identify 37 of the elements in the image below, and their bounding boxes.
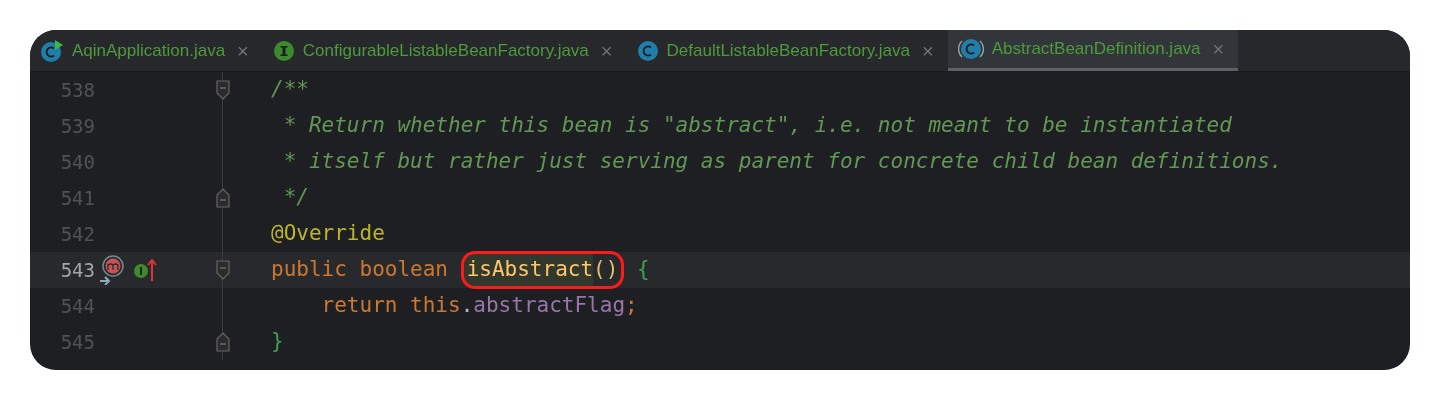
- code-token: public boolean: [271, 256, 449, 284]
- tab-label: AbstractBeanDefinition.java: [991, 38, 1201, 61]
- tab-label: AqinApplication.java: [72, 39, 226, 62]
- class-icon: [636, 39, 659, 62]
- fold-icon[interactable]: [216, 188, 230, 208]
- code-token: ;: [625, 292, 638, 320]
- file-tab[interactable]: DefaultListableBeanFactory.java ×: [626, 30, 948, 71]
- code-token: */: [282, 184, 309, 212]
- line-number: 543: [60, 257, 95, 283]
- implemented-up-icon[interactable]: [133, 258, 157, 282]
- code-token: @Override: [271, 220, 385, 248]
- interface-icon: [272, 39, 295, 62]
- abstract-class-icon: [957, 38, 984, 60]
- fold-icon[interactable]: [216, 260, 230, 280]
- tab-label: ConfigurableListableBeanFactory.java: [302, 39, 589, 62]
- method-name: isAbstract: [460, 251, 594, 289]
- fold-icon[interactable]: [216, 332, 230, 352]
- parentheses: (): [593, 251, 625, 289]
- fold-icon[interactable]: [216, 80, 230, 100]
- code-token: * itself but rather just serving as parent for concrete child bean definitions.: [282, 148, 1283, 176]
- code-token: }: [271, 328, 284, 356]
- code-token: .: [460, 292, 474, 320]
- class-run-icon: [40, 38, 64, 63]
- file-tab[interactable]: AqinApplication.java ×: [30, 30, 263, 71]
- code-token: /**: [271, 76, 309, 104]
- code-token: * Return whether this bean is "abstract", i.e. not meant to be instantiated: [282, 112, 1232, 140]
- code-token: abstractFlag: [473, 292, 626, 320]
- code-token: {: [636, 256, 650, 284]
- close-icon[interactable]: ×: [237, 35, 249, 66]
- tab-label: DefaultListableBeanFactory.java: [666, 39, 910, 62]
- close-icon[interactable]: ×: [922, 35, 934, 66]
- method-override-icon[interactable]: [99, 255, 125, 285]
- close-icon[interactable]: ×: [600, 35, 613, 66]
- file-tab[interactable]: AbstractBeanDefinition.java ×: [947, 30, 1239, 71]
- code-token: return this: [320, 292, 461, 320]
- close-icon[interactable]: ×: [1212, 34, 1225, 64]
- file-tab[interactable]: ConfigurableListableBeanFactory.java ×: [262, 30, 627, 71]
